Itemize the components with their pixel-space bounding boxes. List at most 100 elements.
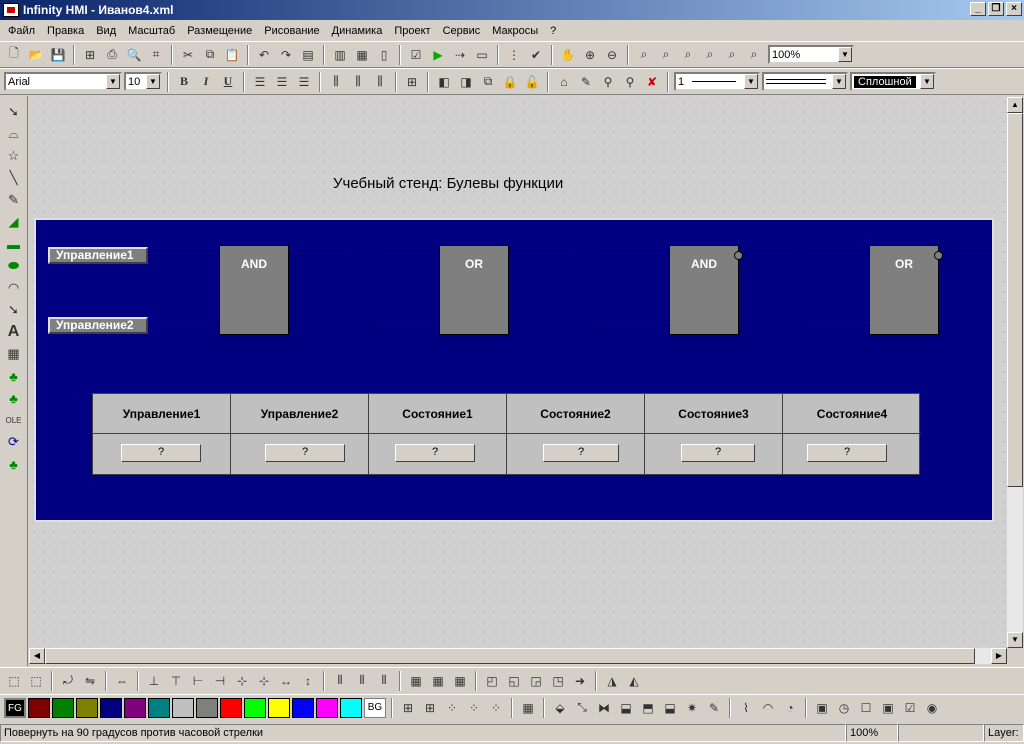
select-group-icon[interactable]: ⬚ — [4, 671, 24, 691]
scroll-left-icon[interactable]: ◀ — [29, 648, 45, 664]
variables-icon[interactable]: ▭ — [472, 45, 492, 65]
metafile-icon[interactable]: ♣ — [3, 388, 25, 408]
bold-button[interactable]: B — [174, 72, 194, 92]
grid-snap-icon[interactable]: ▦ — [406, 671, 426, 691]
font-size-select[interactable]: 10 ▼ — [124, 72, 162, 91]
translate-icon[interactable]: ⇢ — [450, 45, 470, 65]
link-edit-icon[interactable]: ⚲ — [620, 72, 640, 92]
fill-style-select[interactable]: Сплошной ▼ — [850, 72, 936, 91]
redo-icon[interactable]: ↷ — [276, 45, 296, 65]
bring-front-icon[interactable]: ◧ — [434, 72, 454, 92]
print-preview-icon[interactable]: 🔍 — [124, 45, 144, 65]
menu-arrange[interactable]: Размещение — [181, 25, 258, 37]
line-width-select[interactable]: 1 ▼ — [674, 72, 760, 91]
tag-icon[interactable]: ⬙ — [550, 698, 570, 718]
library-icon[interactable]: ▥ — [330, 45, 350, 65]
horizontal-scrollbar[interactable]: ◀ ▶ — [29, 648, 1007, 664]
value-display-3[interactable]: ? — [395, 444, 475, 462]
color-swatch[interactable] — [316, 697, 338, 718]
menu-edit[interactable]: Правка — [41, 25, 90, 37]
component-icon[interactable]: ♣ — [3, 454, 25, 474]
value-display-1[interactable]: ? — [121, 444, 201, 462]
line-icon[interactable]: ╲ — [3, 168, 25, 188]
same-height-icon[interactable]: ↕ — [298, 671, 318, 691]
open-folder-icon[interactable]: 📂 — [26, 45, 46, 65]
valve-icon[interactable]: ⧓ — [594, 698, 614, 718]
align-bottom-icon[interactable]: ⊥ — [144, 671, 164, 691]
control-1-label[interactable]: Управление1 — [48, 247, 148, 264]
chevron-down-icon[interactable]: ▼ — [744, 74, 758, 89]
zoom-vertical-icon[interactable]: ⌕ — [722, 45, 742, 65]
lock-icon[interactable]: 🔒 — [500, 72, 520, 92]
valign-middle-icon[interactable]: ⫼ — [348, 72, 368, 92]
edit-tag-icon[interactable]: ✎ — [704, 698, 724, 718]
font-name-select[interactable]: Arial ▼ — [4, 72, 122, 91]
space-even-icon[interactable]: ⫴ — [374, 671, 394, 691]
valign-bottom-icon[interactable]: ⫼ — [370, 72, 390, 92]
menu-file[interactable]: Файл — [2, 25, 41, 37]
color-swatch[interactable] — [244, 697, 266, 718]
pan-hand-icon[interactable]: ✋ — [558, 45, 578, 65]
new-file-icon[interactable]: 🗋 — [4, 45, 24, 65]
tank-icon[interactable]: ⬓ — [660, 698, 680, 718]
menu-service[interactable]: Сервис — [437, 25, 487, 37]
text-icon[interactable]: A — [3, 322, 25, 342]
minimize-button[interactable]: _ — [970, 2, 986, 16]
bitmap-icon[interactable]: ♣ — [3, 366, 25, 386]
distribute-3-icon[interactable]: ⁘ — [486, 698, 506, 718]
zoom-out-icon[interactable]: ⊖ — [602, 45, 622, 65]
zoom-plus-icon[interactable]: ⌕ — [656, 45, 676, 65]
value-display-4[interactable]: ? — [543, 444, 619, 462]
trend-icon[interactable]: ⌇ — [736, 698, 756, 718]
menu-view[interactable]: Вид — [90, 25, 122, 37]
ellipse-icon[interactable]: ⬬ — [3, 256, 25, 276]
grid-align-2-icon[interactable]: ⊞ — [420, 698, 440, 718]
scroll-up-icon[interactable]: ▲ — [1007, 97, 1023, 113]
send-back-icon[interactable]: ◨ — [456, 72, 476, 92]
digital-display-icon[interactable]: ▣ — [812, 698, 832, 718]
checkbox-control-icon[interactable]: ☑ — [900, 698, 920, 718]
same-width-icon[interactable]: ↔ — [276, 671, 296, 691]
foreground-color[interactable]: FG — [4, 697, 26, 718]
chevron-down-icon[interactable]: ▼ — [832, 74, 846, 89]
layer-bottom-icon[interactable]: ◳ — [548, 671, 568, 691]
zoom-all-icon[interactable]: ⌕ — [744, 45, 764, 65]
paste-icon[interactable]: 📋 — [222, 45, 242, 65]
property-icon[interactable]: ⌂ — [554, 72, 574, 92]
vertical-scrollbar[interactable]: ▲ ▼ — [1007, 97, 1023, 648]
grid-show-icon[interactable]: ▦ — [428, 671, 448, 691]
menu-macros[interactable]: Макросы — [486, 25, 544, 37]
undo-icon[interactable]: ↶ — [254, 45, 274, 65]
center-vertical-icon[interactable]: ⊹ — [254, 671, 274, 691]
rotate-icon[interactable]: ⤾ — [58, 671, 78, 691]
nand-gate[interactable]: AND — [669, 245, 739, 335]
check-icon[interactable]: ☑ — [406, 45, 426, 65]
save-icon[interactable]: 💾 — [48, 45, 68, 65]
layer-top-icon[interactable]: ◲ — [526, 671, 546, 691]
align-right-icon[interactable]: ☰ — [294, 72, 314, 92]
zoom-minus-icon[interactable]: ⌕ — [678, 45, 698, 65]
grid-align-icon[interactable]: ⊞ — [398, 698, 418, 718]
align-left-edges-icon[interactable]: ⊢ — [188, 671, 208, 691]
rectangle-icon[interactable]: ▬ — [3, 234, 25, 254]
duplicate-icon[interactable]: ⧉ — [478, 72, 498, 92]
menu-project[interactable]: Проект — [388, 25, 436, 37]
distribute-2-icon[interactable]: ⁘ — [464, 698, 484, 718]
menu-help[interactable]: ? — [544, 25, 562, 37]
align-top-icon[interactable]: ⊤ — [166, 671, 186, 691]
script-icon[interactable]: ✎ — [576, 72, 596, 92]
background-color[interactable]: BG — [364, 697, 386, 718]
or-gate[interactable]: OR — [439, 245, 509, 335]
space-vertical-icon[interactable]: ⫴ — [352, 671, 372, 691]
valign-top-icon[interactable]: ⫼ — [326, 72, 346, 92]
align-center-icon[interactable]: ☰ — [272, 72, 292, 92]
menu-dynamics[interactable]: Динамика — [326, 25, 389, 37]
fill-shape-icon[interactable]: ◢ — [3, 212, 25, 232]
color-swatch[interactable] — [268, 697, 290, 718]
color-swatch[interactable] — [76, 697, 98, 718]
pencil-icon[interactable]: ✎ — [3, 190, 25, 210]
zoom-window-icon[interactable]: ⌕ — [634, 45, 654, 65]
flip-icon[interactable]: ⇋ — [80, 671, 100, 691]
refresh-icon[interactable]: ⟳ — [3, 432, 25, 452]
close-button[interactable]: × — [1006, 2, 1022, 16]
